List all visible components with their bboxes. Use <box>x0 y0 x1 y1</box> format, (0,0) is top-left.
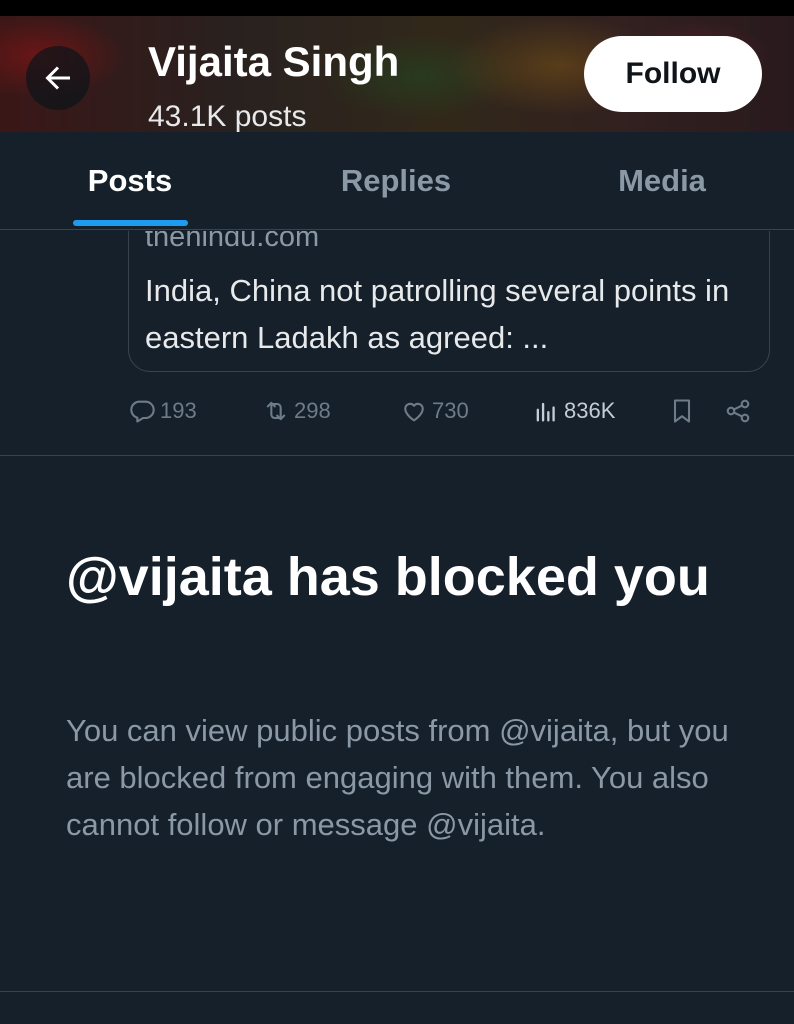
like-button[interactable]: 730 <box>400 388 469 434</box>
analytics-icon <box>536 402 555 422</box>
tab-media[interactable]: Media <box>562 132 762 230</box>
divider <box>0 455 794 456</box>
blocked-message: You can view public posts from @vijaita,… <box>66 713 729 842</box>
share-icon <box>726 399 750 423</box>
follow-button[interactable]: Follow <box>584 36 762 112</box>
reply-icon <box>130 400 155 423</box>
repost-count: 298 <box>294 398 331 423</box>
post-count: 43.1K posts <box>148 100 307 132</box>
profile-tabs: Posts Replies Media <box>0 132 794 230</box>
repost-button[interactable]: 298 <box>262 388 331 434</box>
active-tab-indicator <box>73 220 188 226</box>
views-button[interactable]: 836K <box>532 388 615 434</box>
share-button[interactable] <box>724 388 752 434</box>
profile-header-banner: Vijaita Singh 43.1K posts Follow <box>0 16 794 132</box>
link-card-title: India, China not patrolling several poin… <box>145 273 730 355</box>
reply-button[interactable]: 193 <box>128 388 197 434</box>
repost-icon <box>266 401 286 421</box>
tab-replies[interactable]: Replies <box>296 132 496 230</box>
status-bar <box>0 0 794 16</box>
blocked-title: @vijaita has blocked you <box>66 547 710 607</box>
back-arrow-icon <box>45 66 70 90</box>
link-card[interactable]: thehindu.com India, China not patrolling… <box>128 231 770 372</box>
like-count: 730 <box>432 398 469 423</box>
profile-page: Vijaita Singh 43.1K posts Follow thehind… <box>0 0 794 1024</box>
post-preview: thehindu.com India, China not patrolling… <box>0 231 794 391</box>
heart-icon <box>404 402 424 422</box>
divider <box>0 991 794 992</box>
tab-posts[interactable]: Posts <box>30 132 230 230</box>
back-button[interactable] <box>26 46 90 110</box>
bookmark-icon <box>673 399 691 423</box>
post-action-bar: 193 298 730 836K <box>0 388 794 434</box>
view-count: 836K <box>564 398 616 423</box>
bookmark-button[interactable] <box>668 388 696 434</box>
link-card-domain: thehindu.com <box>145 231 320 253</box>
reply-count: 193 <box>160 398 197 423</box>
profile-name: Vijaita Singh <box>148 38 400 85</box>
